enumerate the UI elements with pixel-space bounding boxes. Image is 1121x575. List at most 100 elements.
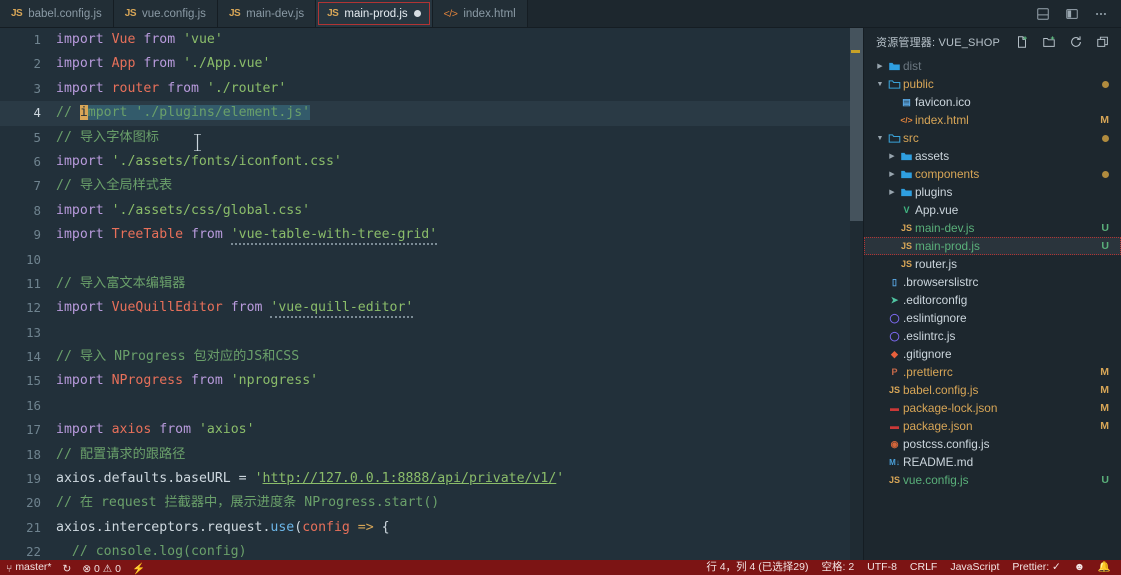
tree-folder-dist[interactable]: ▶ dist (864, 57, 1121, 75)
editor-vertical-scrollbar[interactable] (850, 28, 863, 560)
editor-tab-babel-config-js[interactable]: JS babel.config.js (0, 0, 114, 27)
chevron-right-icon[interactable]: ▶ (874, 62, 886, 70)
tree-folder-assets[interactable]: ▶ assets (864, 147, 1121, 165)
tree-folder-components[interactable]: ▶ components (864, 165, 1121, 183)
code-line[interactable]: 20 // 在 request 拦截器中，展示进度条 NProgress.star… (0, 491, 863, 515)
code-line[interactable]: 14 // 导入 NProgress 包对应的JS和CSS (0, 345, 863, 369)
tree-file-main-prod-js[interactable]: JS main-prod.js U (864, 237, 1121, 255)
code-line-content[interactable]: // 导入字体图标 (56, 126, 863, 150)
tree-file--eslintrc-js[interactable]: ◯ .eslintrc.js (864, 327, 1121, 345)
split-editor-down-icon[interactable] (1035, 6, 1051, 22)
code-line[interactable]: 17 import axios from 'axios' (0, 418, 863, 442)
chevron-right-icon[interactable]: ▶ (886, 170, 898, 178)
code-line-content[interactable]: import './assets/css/global.css' (56, 199, 863, 223)
chevron-down-icon[interactable]: ▼ (874, 81, 886, 88)
code-line-content[interactable]: import axios from 'axios' (56, 418, 863, 442)
sync-status[interactable]: ↻ (63, 562, 72, 574)
code-line-content[interactable]: import VueQuillEditor from 'vue-quill-ed… (56, 296, 863, 320)
file-tree[interactable]: ▶ dist ▼ public ▤ favicon.ico </> index.html M ▼ s… (864, 56, 1121, 560)
code-line-content[interactable]: import Vue from 'vue' (56, 28, 863, 52)
code-line[interactable]: 7 // 导入全局样式表 (0, 174, 863, 198)
tree-file-favicon-ico[interactable]: ▤ favicon.ico (864, 93, 1121, 111)
new-folder-icon[interactable] (1041, 34, 1057, 50)
tree-folder-plugins[interactable]: ▶ plugins (864, 183, 1121, 201)
code-line[interactable]: 15 import NProgress from 'nprogress' (0, 369, 863, 393)
cursor-position-status[interactable]: 行 4，列 4 (已选择29) (706, 562, 808, 573)
tree-file-router-js[interactable]: JS router.js (864, 255, 1121, 273)
editor-tab-main-dev-js[interactable]: JS main-dev.js (217, 0, 317, 27)
feedback-smiley-status[interactable]: ☻ (1074, 562, 1085, 573)
code-line[interactable]: 19 axios.defaults.baseURL = 'http://127.0… (0, 467, 863, 491)
tree-file-App-vue[interactable]: V App.vue (864, 201, 1121, 219)
more-actions-icon[interactable] (1093, 6, 1109, 22)
tree-file-postcss-config-js[interactable]: ◉ postcss.config.js (864, 435, 1121, 453)
editor-tab-vue-config-js[interactable]: JS vue.config.js (113, 0, 218, 27)
editor-tab-main-prod-js[interactable]: JS main-prod.js (316, 0, 433, 27)
code-line[interactable]: 1 import Vue from 'vue' (0, 28, 863, 52)
tree-file--editorconfig[interactable]: ➤ .editorconfig (864, 291, 1121, 309)
code-editor[interactable]: 1 import Vue from 'vue' 2 import App from '… (0, 28, 863, 560)
editor-scrollbar-thumb[interactable] (850, 28, 863, 221)
code-line[interactable]: 13 (0, 321, 863, 345)
tree-file-main-dev-js[interactable]: JS main-dev.js U (864, 219, 1121, 237)
code-line-content[interactable]: import NProgress from 'nprogress' (56, 369, 863, 393)
code-line-content[interactable]: import TreeTable from 'vue-table-with-tr… (56, 223, 863, 247)
tree-file-README-md[interactable]: M↓ README.md (864, 453, 1121, 471)
code-line[interactable]: 18 // 配置请求的跟路径 (0, 443, 863, 467)
code-line[interactable]: 8 import './assets/css/global.css' (0, 199, 863, 223)
git-branch-status[interactable]: ⑂ master* (6, 562, 52, 574)
code-line[interactable]: 16 (0, 394, 863, 418)
tree-folder-src[interactable]: ▼ src (864, 129, 1121, 147)
chevron-right-icon[interactable]: ▶ (886, 188, 898, 196)
tree-file--prettierrc[interactable]: P .prettierrc M (864, 363, 1121, 381)
notifications-status[interactable]: 🔔 (1098, 562, 1111, 573)
code-line-content[interactable]: axios.defaults.baseURL = 'http://127.0.0… (56, 467, 863, 491)
encoding-status[interactable]: UTF-8 (867, 562, 897, 573)
refresh-explorer-icon[interactable] (1068, 34, 1084, 50)
ports-status[interactable]: ⚡ (132, 562, 145, 574)
code-line-content[interactable]: // 配置请求的跟路径 (56, 443, 863, 467)
code-line-content[interactable]: import router from './router' (56, 77, 863, 101)
tree-file--eslintignore[interactable]: ◯ .eslintignore (864, 309, 1121, 327)
code-line[interactable]: 10 (0, 248, 863, 272)
code-line-content[interactable]: // console.log(config) (56, 540, 863, 560)
tree-file--browserslistrc[interactable]: ▯ .browserslistrc (864, 273, 1121, 291)
code-line[interactable]: 21 axios.interceptors.request.use(config … (0, 516, 863, 540)
new-file-icon[interactable] (1014, 34, 1030, 50)
unsaved-indicator-icon[interactable] (413, 10, 421, 17)
tree-folder-public[interactable]: ▼ public (864, 75, 1121, 93)
code-lines-container[interactable]: 1 import Vue from 'vue' 2 import App from '… (0, 28, 863, 560)
split-editor-right-icon[interactable] (1064, 6, 1080, 22)
code-line[interactable]: 5 // 导入字体图标 (0, 126, 863, 150)
chevron-right-icon[interactable]: ▶ (886, 152, 898, 160)
tree-file-babel-config-js[interactable]: JS babel.config.js M (864, 381, 1121, 399)
tree-file-vue-config-js[interactable]: JS vue.config.js U (864, 471, 1121, 489)
tree-file-index-html[interactable]: </> index.html M (864, 111, 1121, 129)
code-line[interactable]: 22 // console.log(config) (0, 540, 863, 560)
code-line-content[interactable]: // import './plugins/element.js' (56, 101, 863, 125)
code-line[interactable]: 9 import TreeTable from 'vue-table-with-t… (0, 223, 863, 247)
code-line[interactable]: 12 import VueQuillEditor from 'vue-quill-… (0, 296, 863, 320)
problems-status[interactable]: ⊗ 0 ⚠ 0 (82, 562, 121, 574)
tree-file-package-lock-json[interactable]: ▬ package-lock.json M (864, 399, 1121, 417)
code-line[interactable]: 11 // 导入富文本编辑器 (0, 272, 863, 296)
code-line-content[interactable]: import App from './App.vue' (56, 52, 863, 76)
editor-tab-index-html[interactable]: </> index.html (432, 0, 528, 27)
code-line-content[interactable]: // 在 request 拦截器中，展示进度条 NProgress.start(… (56, 491, 863, 515)
language-mode-status[interactable]: JavaScript (950, 562, 999, 573)
code-line-content[interactable]: axios.interceptors.request.use(config =>… (56, 516, 863, 540)
indentation-status[interactable]: 空格: 2 (821, 562, 854, 573)
prettier-status[interactable]: Prettier: ✓ (1012, 562, 1060, 573)
code-line-content[interactable]: // 导入富文本编辑器 (56, 272, 863, 296)
collapse-all-icon[interactable] (1095, 34, 1111, 50)
chevron-down-icon[interactable]: ▼ (874, 135, 886, 142)
eol-status[interactable]: CRLF (910, 562, 937, 573)
code-line[interactable]: 4 // import './plugins/element.js' (0, 101, 863, 126)
code-line[interactable]: 6 import './assets/fonts/iconfont.css' (0, 150, 863, 174)
code-line[interactable]: 3 import router from './router' (0, 77, 863, 101)
tree-file--gitignore[interactable]: ◆ .gitignore (864, 345, 1121, 363)
code-line-content[interactable]: // 导入全局样式表 (56, 174, 863, 198)
tree-file-package-json[interactable]: ▬ package.json M (864, 417, 1121, 435)
code-line[interactable]: 2 import App from './App.vue' (0, 52, 863, 76)
code-line-content[interactable]: // 导入 NProgress 包对应的JS和CSS (56, 345, 863, 369)
